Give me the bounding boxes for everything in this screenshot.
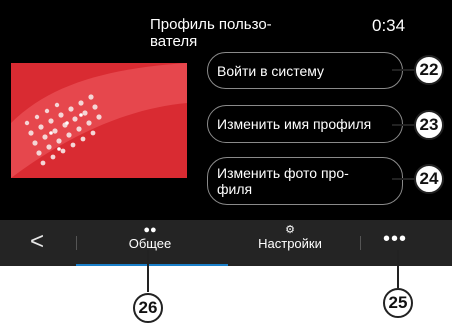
callout-line xyxy=(147,250,149,292)
tab-divider xyxy=(76,236,77,250)
callout-line xyxy=(392,124,416,126)
profile-photo-graphic xyxy=(11,63,187,178)
active-tab-indicator xyxy=(76,264,228,266)
change-photo-button[interactable]: Изменить фото про- филя xyxy=(207,157,403,205)
callout-line xyxy=(392,69,416,71)
rename-profile-button[interactable]: Изменить имя профиля xyxy=(207,105,403,143)
gear-icon: ⚙ xyxy=(285,224,295,236)
profile-photo xyxy=(11,63,187,178)
login-button[interactable]: Войти в систему xyxy=(207,52,403,89)
clock: 0:34 xyxy=(372,16,406,35)
callout-25: 25 xyxy=(383,288,413,318)
people-icon: ●● xyxy=(143,224,157,236)
callout-24: 24 xyxy=(414,164,444,194)
callout-line xyxy=(397,250,399,288)
tab-general-label: Общее xyxy=(128,236,172,251)
tab-general[interactable]: ●● Общее xyxy=(110,224,190,251)
tab-divider xyxy=(360,236,361,250)
callout-26: 26 xyxy=(133,293,163,323)
callout-22: 22 xyxy=(414,55,444,85)
callout-line xyxy=(392,178,416,180)
page-title: Профиль пользо- вателя xyxy=(150,16,272,50)
tab-settings-label: Настройки xyxy=(258,236,322,251)
callout-23: 23 xyxy=(414,110,444,140)
tab-settings[interactable]: ⚙ Настройки xyxy=(250,224,330,251)
more-icon[interactable]: ••• xyxy=(383,228,407,251)
bottom-tab-bar: < ●● Общее ⚙ Настройки ••• xyxy=(0,220,452,266)
infotainment-screen: Профиль пользо- вателя 0:34 Войти в сист… xyxy=(0,0,452,266)
back-icon[interactable]: < xyxy=(30,228,44,256)
